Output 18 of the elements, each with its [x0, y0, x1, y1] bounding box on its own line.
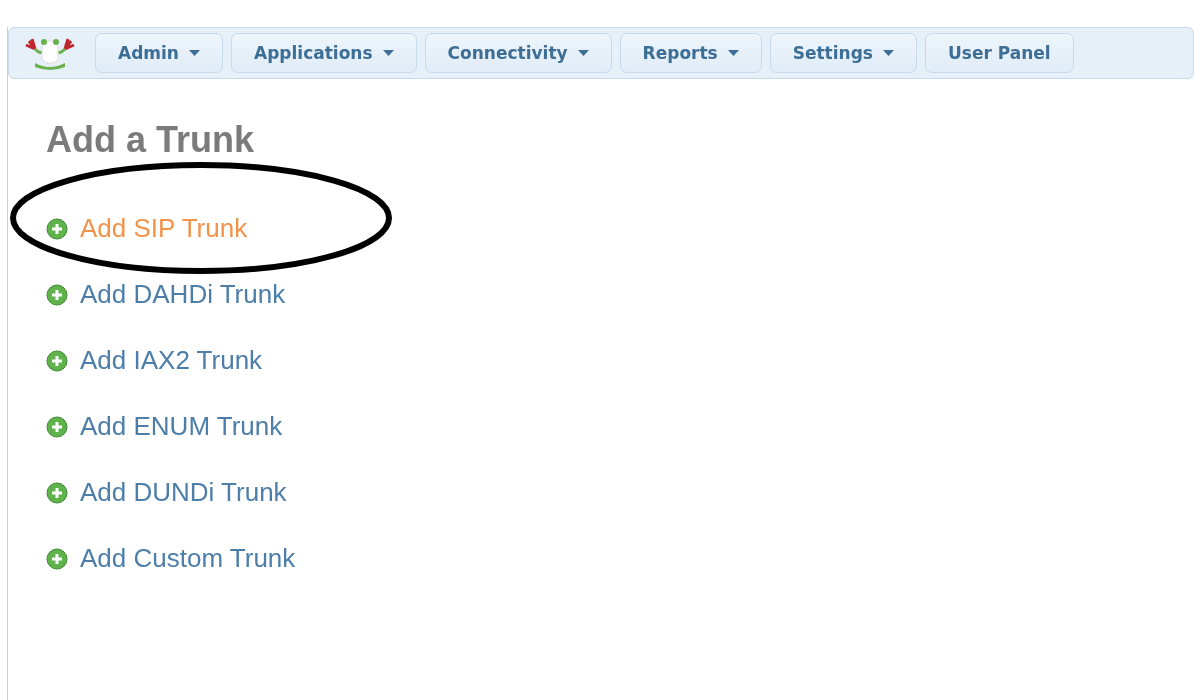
plus-circle-icon: [46, 349, 68, 372]
nav-menu-button[interactable]: Reports: [619, 33, 762, 73]
nav-menu-button[interactable]: Admin: [95, 33, 223, 73]
nav-menu-button[interactable]: User Panel: [924, 33, 1074, 73]
plus-circle-icon: [46, 481, 68, 504]
page-heading: Add a Trunk: [46, 119, 255, 161]
nav-menu-button[interactable]: Applications: [231, 33, 417, 73]
plus-circle-icon: [46, 217, 68, 240]
add-trunk-link[interactable]: Add Custom Trunk: [80, 543, 296, 574]
plus-circle-icon: [46, 415, 68, 438]
add-trunk-link[interactable]: Add IAX2 Trunk: [80, 345, 263, 376]
plus-circle-icon: [46, 283, 68, 306]
nav-menu-button[interactable]: Settings: [769, 33, 917, 73]
add-trunk-link[interactable]: Add DUNDi Trunk: [80, 477, 287, 508]
add-trunk-link[interactable]: Add ENUM Trunk: [80, 411, 283, 442]
plus-circle-icon: [46, 547, 68, 570]
nav-menu-button[interactable]: Connectivity: [424, 33, 612, 73]
add-trunk-link[interactable]: Add DAHDi Trunk: [80, 279, 286, 310]
